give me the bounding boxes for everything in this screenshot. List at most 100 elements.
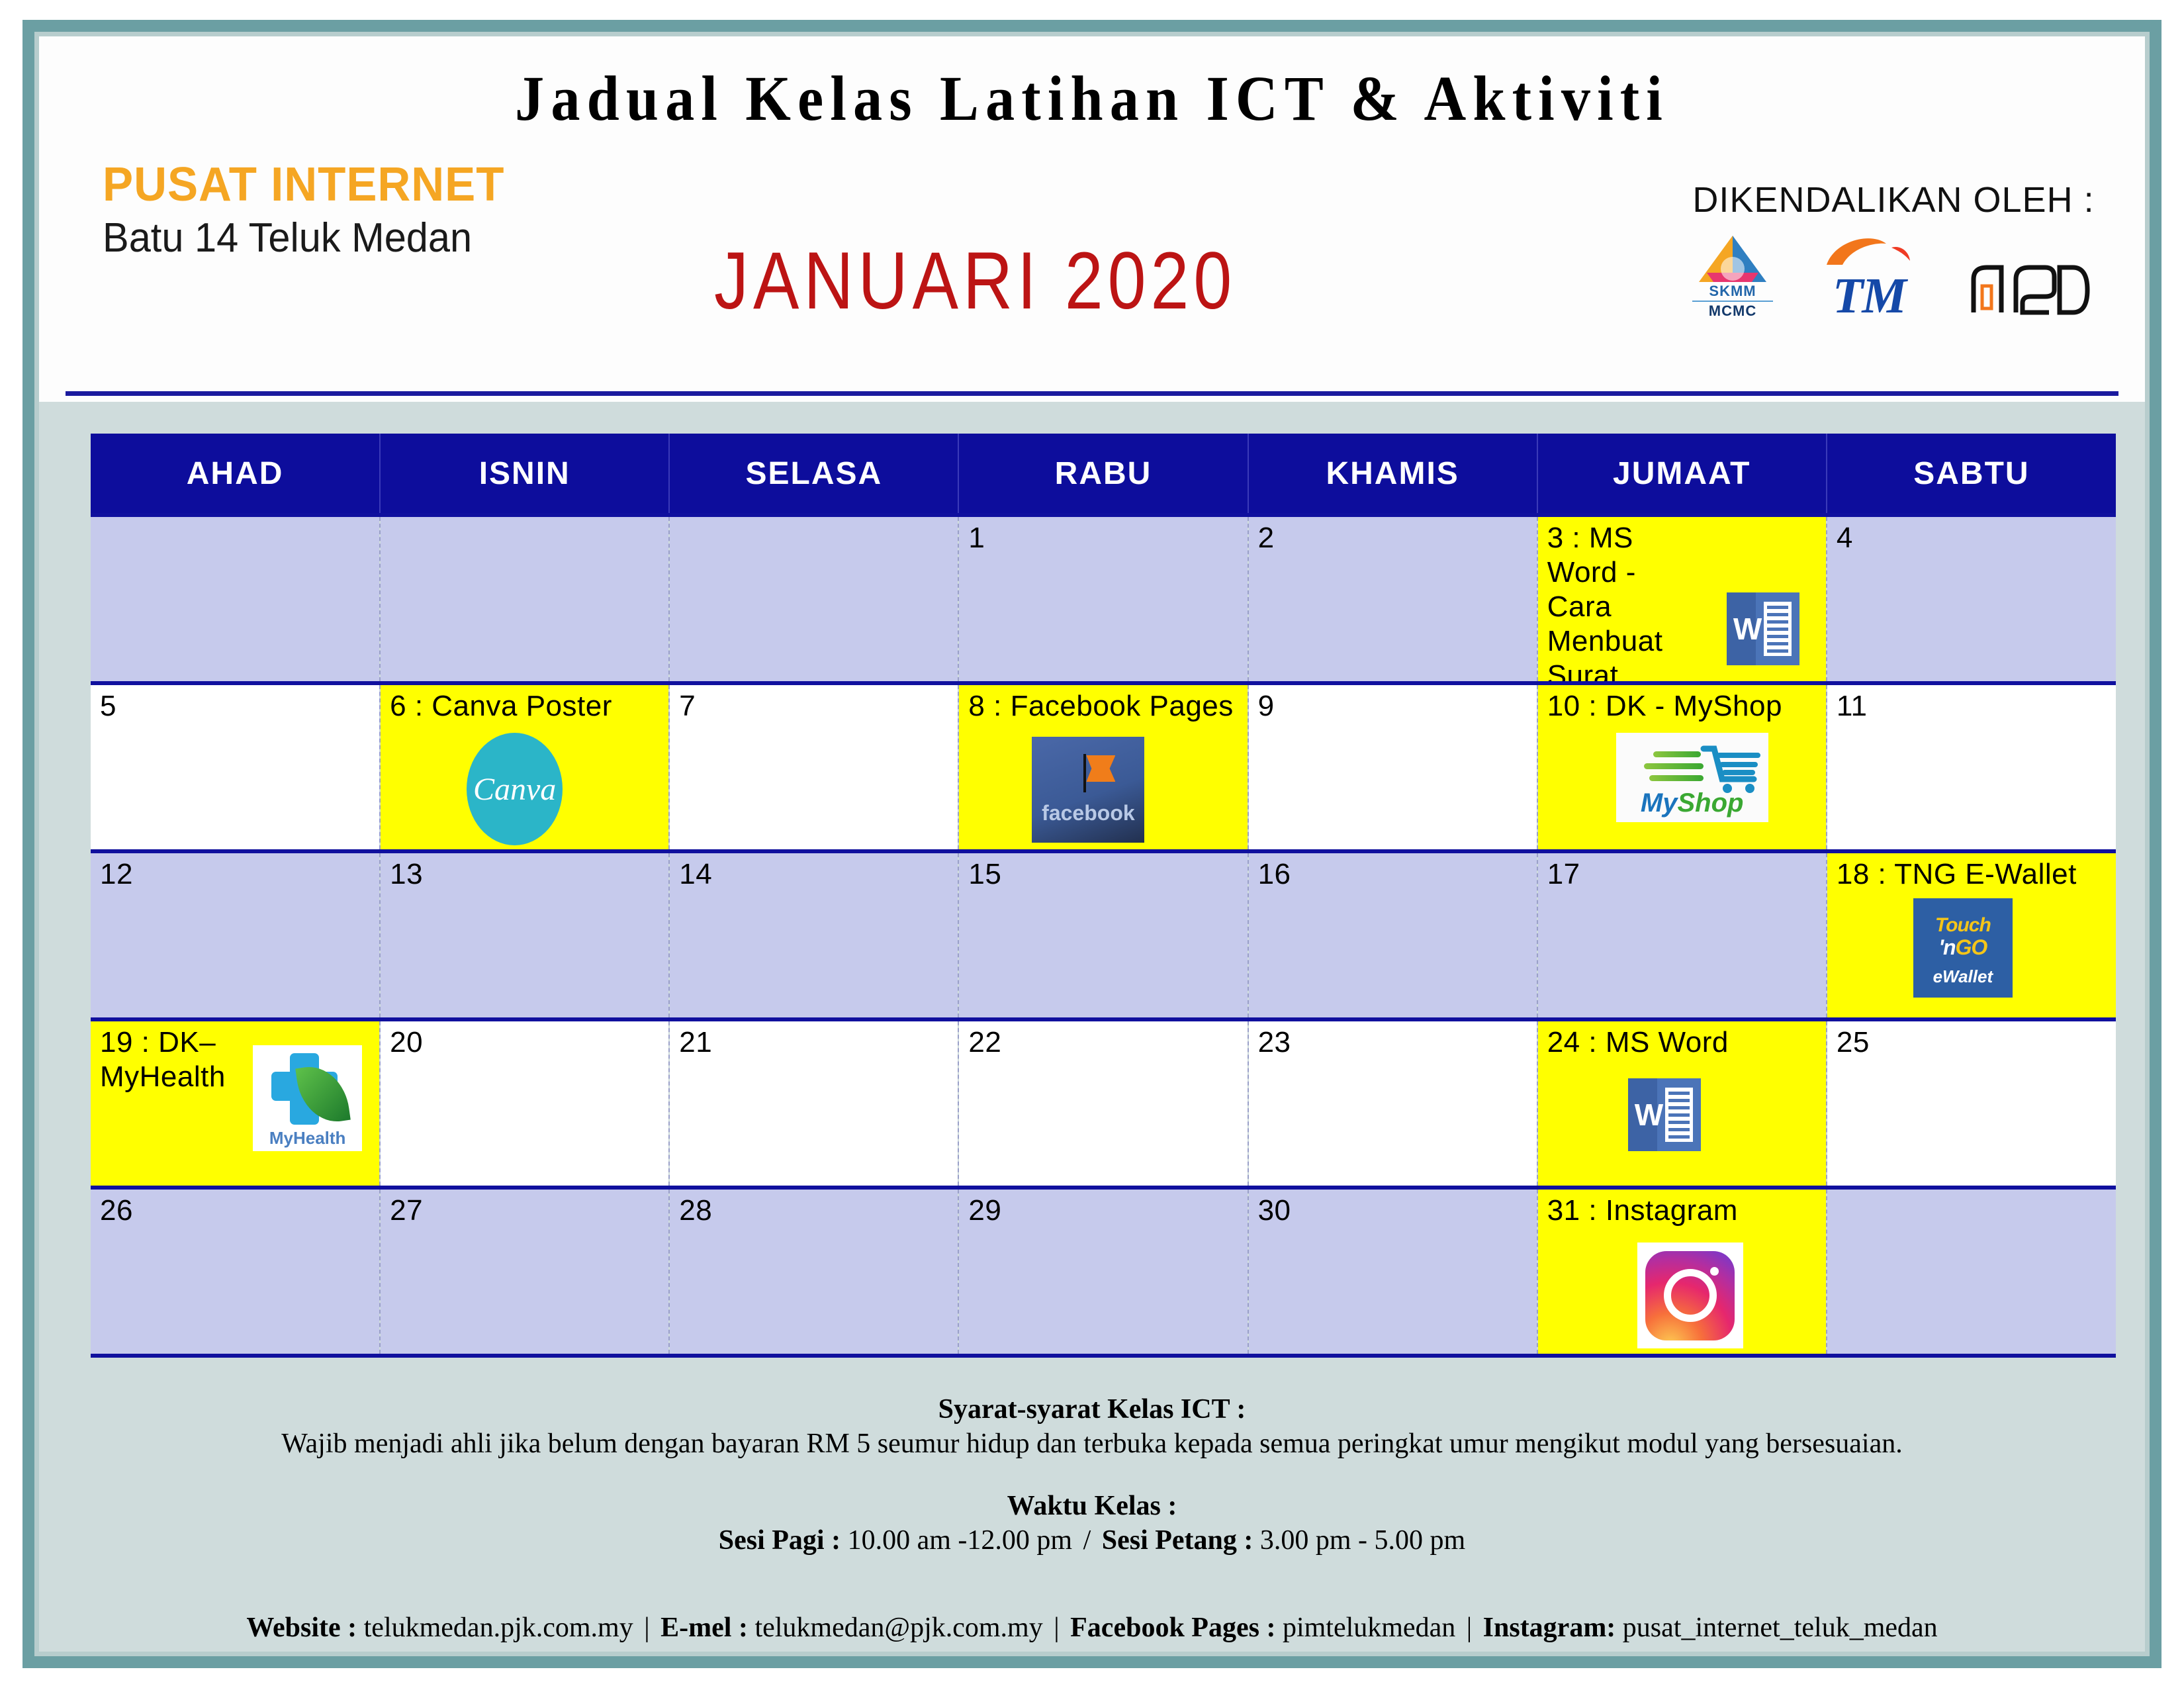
day-number: 12: [100, 858, 133, 890]
calendar-cell-5[interactable]: 5: [91, 681, 381, 851]
day-number: 22: [968, 1026, 1002, 1058]
day-number: 11: [1836, 690, 1868, 722]
contact-separator: |: [644, 1613, 650, 1643]
calendar-cell-17[interactable]: 17: [1537, 849, 1827, 1019]
brand-name: PUSAT INTERNET: [103, 158, 505, 211]
calendar-cell-27[interactable]: 27: [380, 1186, 670, 1358]
skmm-triangle-icon: [1694, 234, 1772, 283]
day-number: 27: [390, 1194, 424, 1227]
morning-session-value: 10.00 am -12.00 pm: [847, 1524, 1073, 1556]
day-number: 2: [1257, 522, 1275, 554]
calendar-cell-empty[interactable]: [380, 513, 670, 683]
calendar-cell-6-event[interactable]: 6 : Canva Poster Canva: [380, 681, 670, 851]
morning-session-label: Sesi Pagi :: [718, 1524, 841, 1556]
calendar-cell-4[interactable]: 4: [1826, 513, 2116, 683]
skmm-divider: [1692, 301, 1773, 302]
instagram-value[interactable]: pusat_internet_teluk_medan: [1623, 1613, 1938, 1643]
operated-by-block: DIKENDALIKAN OLEH : SKMM MCMC TM: [1675, 179, 2112, 321]
terms-body: Wajib menjadi ahli jika belum dengan bay…: [281, 1429, 1903, 1459]
day-number: 25: [1836, 1026, 1870, 1058]
calendar-cell-8-event[interactable]: 8 : Facebook Pages facebook: [958, 681, 1249, 851]
email-value[interactable]: telukmedan@pjk.com.my: [754, 1613, 1042, 1643]
calendar-cell-10-event[interactable]: 10 : DK - MyShop MyShop: [1537, 681, 1827, 851]
month-title: JANUARI 2020: [714, 236, 1237, 327]
nsd-mark-icon: [1971, 265, 2090, 315]
day-number: 29: [968, 1194, 1002, 1227]
calendar-cell-22[interactable]: 22: [958, 1017, 1249, 1188]
day-number: 17: [1547, 858, 1580, 890]
calendar-cell-24-event[interactable]: 24 : MS Word W: [1537, 1017, 1827, 1188]
day-number: 26: [100, 1194, 133, 1227]
calendar-cell-25[interactable]: 25: [1826, 1017, 2116, 1188]
facebook-value[interactable]: pimtelukmedan: [1283, 1613, 1455, 1643]
calendar-cell-21[interactable]: 21: [669, 1017, 960, 1188]
website-value[interactable]: telukmedan.pjk.com.my: [364, 1613, 633, 1643]
touch-n-go-ewallet-icon: Touch 'nGO eWallet: [1913, 898, 2013, 998]
calendar-cell-15[interactable]: 15: [958, 849, 1249, 1019]
footer-notes: Syarat-syarat Kelas ICT : Wajib menjadi …: [39, 1393, 2145, 1557]
event-title: 3 : MS Word - Cara Menbuat Surat Rasmi: [1547, 522, 1663, 683]
brand-location: Batu 14 Teluk Medan: [103, 215, 473, 261]
calendar-cell-2[interactable]: 2: [1248, 513, 1538, 683]
contact-separator: |: [1054, 1613, 1060, 1643]
event-title: 24 : MS Word: [1547, 1026, 1729, 1058]
day-number: 7: [679, 690, 696, 722]
email-label: E-mel :: [660, 1613, 748, 1643]
brand-block: PUSAT INTERNET Batu 14 Teluk Medan: [103, 158, 579, 261]
calendar-cell-28[interactable]: 28: [669, 1186, 960, 1358]
calendar-cell-18-event[interactable]: 18 : TNG E-Wallet Touch 'nGO eWallet: [1826, 849, 2116, 1019]
day-number: 30: [1257, 1194, 1291, 1227]
calendar-cell-13[interactable]: 13: [380, 849, 670, 1019]
poster-inner-frame: Jadual Kelas Latihan ICT & Aktiviti PUSA…: [34, 32, 2150, 1656]
ms-word-icon: W: [1627, 1078, 1701, 1151]
event-title: 8 : Facebook Pages: [968, 690, 1234, 722]
day-header-khamis: KHAMIS: [1248, 434, 1538, 515]
mcmc-label: MCMC: [1708, 303, 1757, 319]
calendar-week-row: 26 27 28 29 30 31 : Instagram: [91, 1186, 2116, 1358]
footer-contact: Website : telukmedan.pjk.com.my | E-mel …: [39, 1612, 2145, 1644]
day-header-isnin: ISNIN: [380, 434, 670, 515]
calendar-cell-9[interactable]: 9: [1248, 681, 1538, 851]
calendar-cell-empty[interactable]: [669, 513, 960, 683]
calendar-cell-empty[interactable]: [91, 513, 381, 683]
contact-separator: |: [1466, 1613, 1473, 1643]
calendar-cell-23[interactable]: 23: [1248, 1017, 1538, 1188]
calendar-cell-31-event[interactable]: 31 : Instagram: [1537, 1186, 1827, 1358]
day-number: 28: [679, 1194, 713, 1227]
calendar-cell-29[interactable]: 29: [958, 1186, 1249, 1358]
calendar-cell-14[interactable]: 14: [669, 849, 960, 1019]
day-header-jumaat: JUMAAT: [1537, 434, 1827, 515]
day-header-sabtu: SABTU: [1826, 434, 2116, 515]
facebook-pages-icon: facebook: [1032, 737, 1145, 843]
calendar-cell-19-event[interactable]: 19 : DK– MyHealth MyHealth: [91, 1017, 381, 1188]
canva-icon: Canva: [467, 733, 563, 845]
day-number: 16: [1257, 858, 1291, 890]
header-divider: [66, 391, 2118, 396]
page-title: Jadual Kelas Latihan ICT & Aktiviti: [515, 63, 1669, 134]
calendar-week-row: 19 : DK– MyHealth MyHealth 20 21 22 23 2…: [91, 1017, 2116, 1188]
time-heading: Waktu Kelas :: [1007, 1490, 1177, 1521]
calendar-cell-26[interactable]: 26: [91, 1186, 381, 1358]
operated-by-label: DIKENDALIKAN OLEH :: [1692, 180, 2095, 220]
afternoon-session-label: Sesi Petang :: [1101, 1524, 1253, 1556]
calendar-cell-3-event[interactable]: 3 : MS Word - Cara Menbuat Surat Rasmi W: [1537, 513, 1827, 683]
calendar-cell-16[interactable]: 16: [1248, 849, 1538, 1019]
day-number: 13: [390, 858, 424, 890]
calendar-cell-20[interactable]: 20: [380, 1017, 670, 1188]
shopping-cart-icon: [1700, 745, 1760, 793]
calendar-cell-7[interactable]: 7: [669, 681, 960, 851]
skmm-label: SKMM: [1709, 283, 1756, 300]
calendar-cell-11[interactable]: 11: [1826, 681, 2116, 851]
calendar-cell-empty[interactable]: [1826, 1186, 2116, 1358]
class-times: Sesi Pagi : 10.00 am -12.00 pm / Sesi Pe…: [39, 1524, 2145, 1558]
calendar-cell-30[interactable]: 30: [1248, 1186, 1538, 1358]
event-title: 31 : Instagram: [1547, 1194, 1738, 1227]
day-number: 1: [968, 522, 985, 554]
calendar-cell-1[interactable]: 1: [958, 513, 1249, 683]
calendar-cell-12[interactable]: 12: [91, 849, 381, 1019]
calendar: AHAD ISNIN SELASA RABU KHAMIS JUMAAT SAB…: [91, 434, 2116, 1358]
day-number: 15: [968, 858, 1002, 890]
event-title: 19 : DK– MyHealth: [100, 1026, 226, 1093]
day-number: 9: [1257, 690, 1275, 722]
calendar-header-row: AHAD ISNIN SELASA RABU KHAMIS JUMAAT SAB…: [91, 434, 2116, 515]
